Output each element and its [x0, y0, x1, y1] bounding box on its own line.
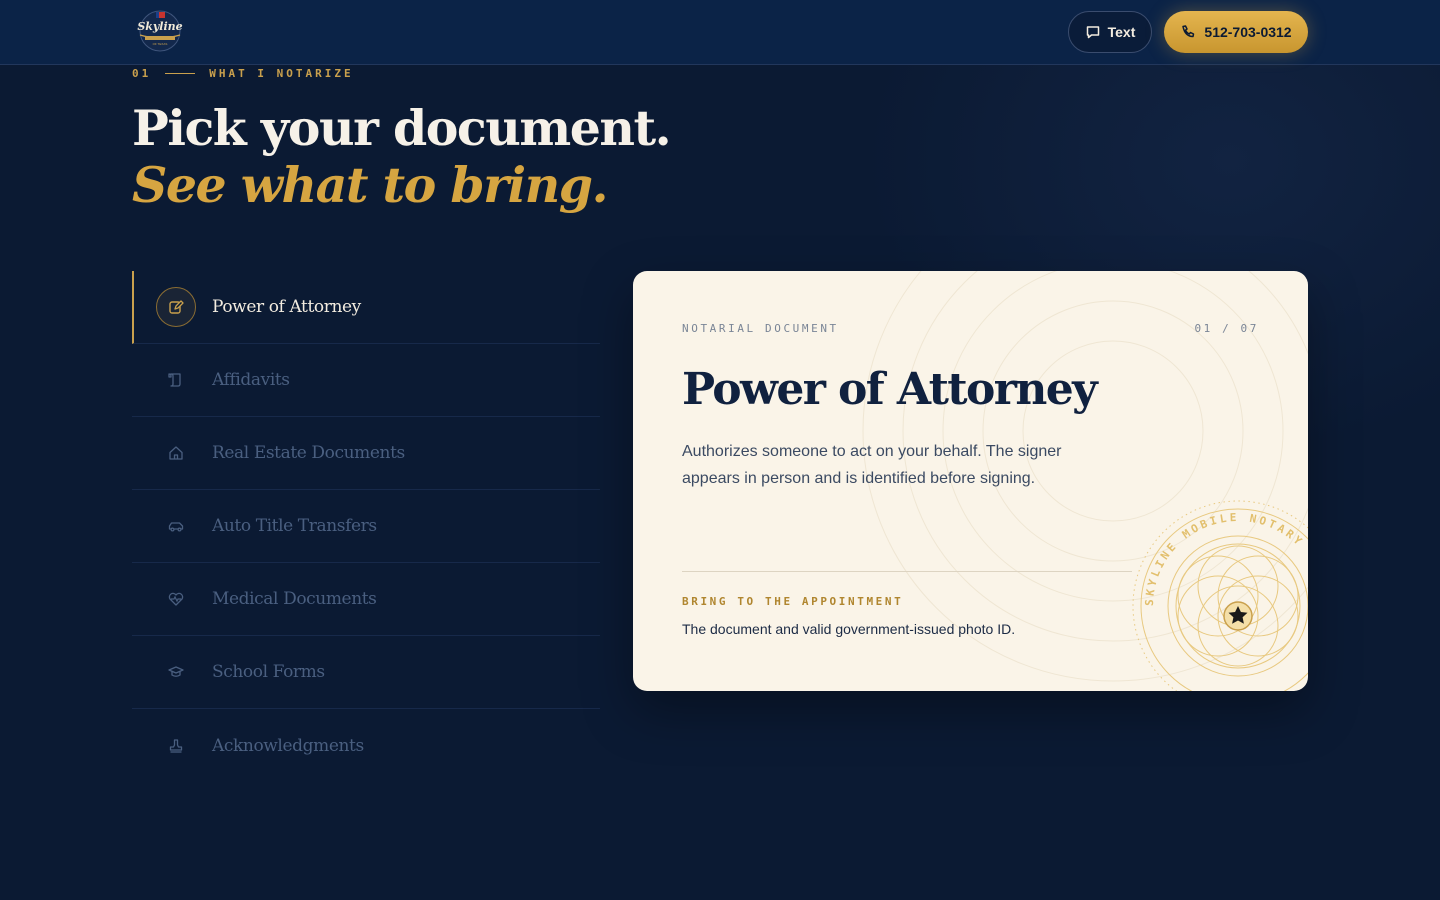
text-button[interactable]: Text: [1068, 11, 1152, 53]
doc-item-label: Affidavits: [212, 370, 290, 390]
document-list: Power of Attorney Affidavits Real Estate…: [132, 271, 600, 782]
stamp-icon: [156, 726, 196, 766]
headline-sub: See what to bring.: [132, 156, 609, 214]
pen-square-icon: [156, 287, 196, 327]
doc-item-medical[interactable]: Medical Documents: [132, 563, 600, 636]
doc-item-label: School Forms: [212, 662, 325, 682]
page-headline: Pick your document. See what to bring.: [132, 99, 672, 214]
card-counter: 01 / 07: [1194, 322, 1259, 335]
house-icon: [156, 433, 196, 473]
car-icon: [156, 506, 196, 546]
card-description: Authorizes someone to act on your behalf…: [682, 443, 1062, 487]
skyline-logo[interactable]: Skyline OF TEXAS: [132, 9, 188, 53]
doc-item-label: Acknowledgments: [212, 735, 364, 756]
card-category: NOTARIAL DOCUMENT: [682, 322, 839, 335]
phone-number: 512-703-0312: [1204, 24, 1292, 40]
scroll-icon: [156, 360, 196, 400]
doc-item-auto-title[interactable]: Auto Title Transfers: [132, 490, 600, 563]
doc-item-label: Medical Documents: [212, 589, 377, 609]
eyebrow-divider: [165, 72, 196, 74]
heart-pulse-icon: [156, 579, 196, 619]
doc-item-school-forms[interactable]: School Forms: [132, 636, 600, 709]
notary-seal-icon: SKYLINE MOBILE NOTARY: [1132, 500, 1308, 691]
section-eyebrow-label: WHAT I NOTARIZE: [209, 66, 354, 80]
doc-item-label: Auto Title Transfers: [212, 516, 377, 536]
doc-item-acknowledgments[interactable]: Acknowledgments: [132, 709, 600, 782]
card-divider: [682, 571, 1132, 572]
bring-label: BRING TO THE APPOINTMENT: [682, 595, 904, 608]
headline-main: Pick your document.: [132, 99, 672, 157]
site-header: Skyline OF TEXAS Text 512-703-0312: [0, 0, 1440, 65]
document-detail-card: NOTARIAL DOCUMENT 01 / 07 Power of Attor…: [633, 271, 1308, 691]
section-eyebrow: 01 WHAT I NOTARIZE: [132, 66, 354, 80]
bring-text: The document and valid government-issued…: [682, 621, 1016, 637]
doc-item-real-estate[interactable]: Real Estate Documents: [132, 417, 600, 490]
phone-icon: [1182, 25, 1195, 38]
doc-item-label: Real Estate Documents: [212, 443, 405, 463]
svg-text:SKYLINE MOBILE NOTARY: SKYLINE MOBILE NOTARY: [1143, 511, 1307, 606]
section-number: 01: [132, 66, 152, 80]
svg-text:Skyline: Skyline: [137, 20, 182, 33]
svg-text:OF TEXAS: OF TEXAS: [153, 42, 168, 46]
doc-item-label: Power of Attorney: [212, 297, 361, 317]
card-title: Power of Attorney: [682, 364, 1098, 415]
call-button[interactable]: 512-703-0312: [1164, 11, 1308, 53]
text-button-label: Text: [1107, 24, 1136, 40]
doc-item-affidavits[interactable]: Affidavits: [132, 344, 600, 417]
graduation-cap-icon: [156, 652, 196, 692]
doc-item-power-of-attorney[interactable]: Power of Attorney: [132, 271, 600, 344]
chat-bubble-icon: [1086, 26, 1099, 39]
